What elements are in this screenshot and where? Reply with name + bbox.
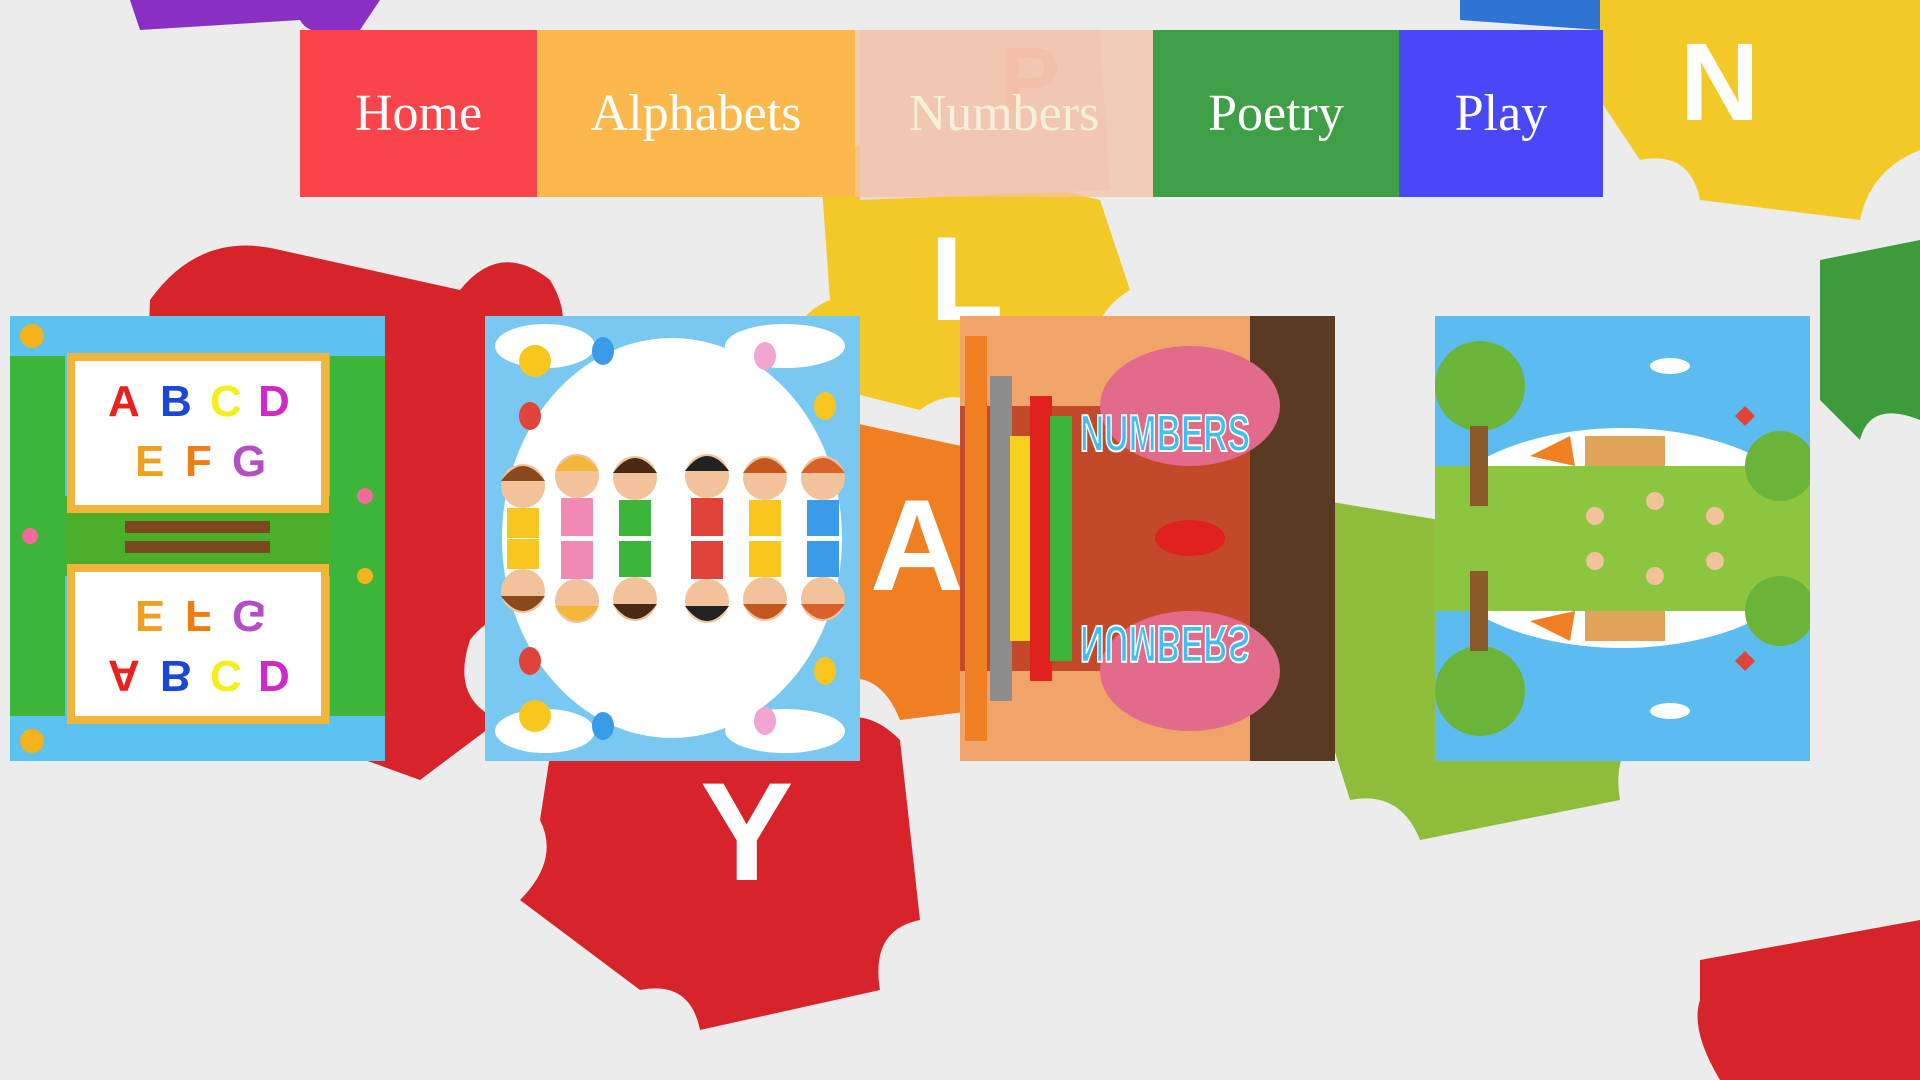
puzzle-piece-green-edge (1820, 240, 1920, 440)
letter-f: F (185, 437, 212, 486)
numbers-title-mirrored: NUMBERS (1080, 614, 1250, 672)
letter-e-mirrored: E (135, 591, 164, 640)
sun-icon (519, 700, 551, 732)
balloon-icon (754, 707, 776, 735)
sun-icon (20, 729, 44, 753)
letter-d: D (258, 377, 290, 426)
balloon-icon (519, 402, 541, 430)
nav-play-label: Play (1454, 85, 1548, 142)
tree-icon (1435, 341, 1525, 431)
balloon-icon (519, 647, 541, 675)
poetry-illustration (485, 316, 860, 761)
numbers-title: NUMBERS (1080, 405, 1250, 463)
balloon-icon (592, 712, 614, 740)
sun-icon (20, 324, 44, 348)
nav-poetry-label: Poetry (1208, 85, 1344, 142)
letter-g-mirrored: G (232, 591, 266, 640)
balloon-icon (814, 657, 836, 685)
nav-home[interactable]: Home (300, 30, 537, 197)
balloon-icon (814, 392, 836, 420)
play-illustration (1435, 316, 1810, 761)
letter-b: B (160, 377, 192, 426)
card-alphabets[interactable]: A B C D E F G A B C D E F G (10, 316, 385, 761)
puzzle-letter-a: A (870, 472, 964, 618)
puzzle-letter-y: Y (700, 753, 793, 910)
letter-d-mirrored: D (258, 651, 290, 700)
letter-g: G (232, 437, 266, 486)
letter-a: A (108, 377, 140, 426)
nav-home-label: Home (354, 85, 483, 142)
balloon-icon (592, 337, 614, 365)
letter-c: C (210, 377, 242, 426)
nav-alphabets[interactable]: Alphabets (537, 30, 855, 197)
card-poetry[interactable] (485, 316, 860, 761)
numbers-illustration: NUMBERS NUMBERS (960, 316, 1335, 761)
card-numbers[interactable]: NUMBERS NUMBERS (960, 316, 1335, 761)
nav-numbers-label: Numbers (908, 85, 1100, 142)
letter-c-mirrored: C (210, 651, 242, 700)
letter-e: E (135, 437, 164, 486)
letter-b-mirrored: B (160, 651, 192, 700)
nav-poetry[interactable]: Poetry (1153, 30, 1399, 197)
letter-a-mirrored: A (108, 651, 140, 700)
alphabets-illustration: A B C D E F G A B C D E F G (10, 316, 385, 761)
card-play[interactable] (1435, 316, 1810, 761)
nav-numbers[interactable]: Numbers (855, 30, 1153, 197)
main-nav: Home Alphabets Numbers Poetry Play (300, 30, 1603, 197)
balloon-icon (754, 342, 776, 370)
nav-play[interactable]: Play (1399, 30, 1603, 197)
tree-icon (1435, 646, 1525, 736)
puzzle-letter-n: N (1680, 21, 1759, 144)
letter-f-mirrored: F (185, 591, 212, 640)
nav-alphabets-label: Alphabets (590, 85, 802, 142)
sun-icon (519, 345, 551, 377)
